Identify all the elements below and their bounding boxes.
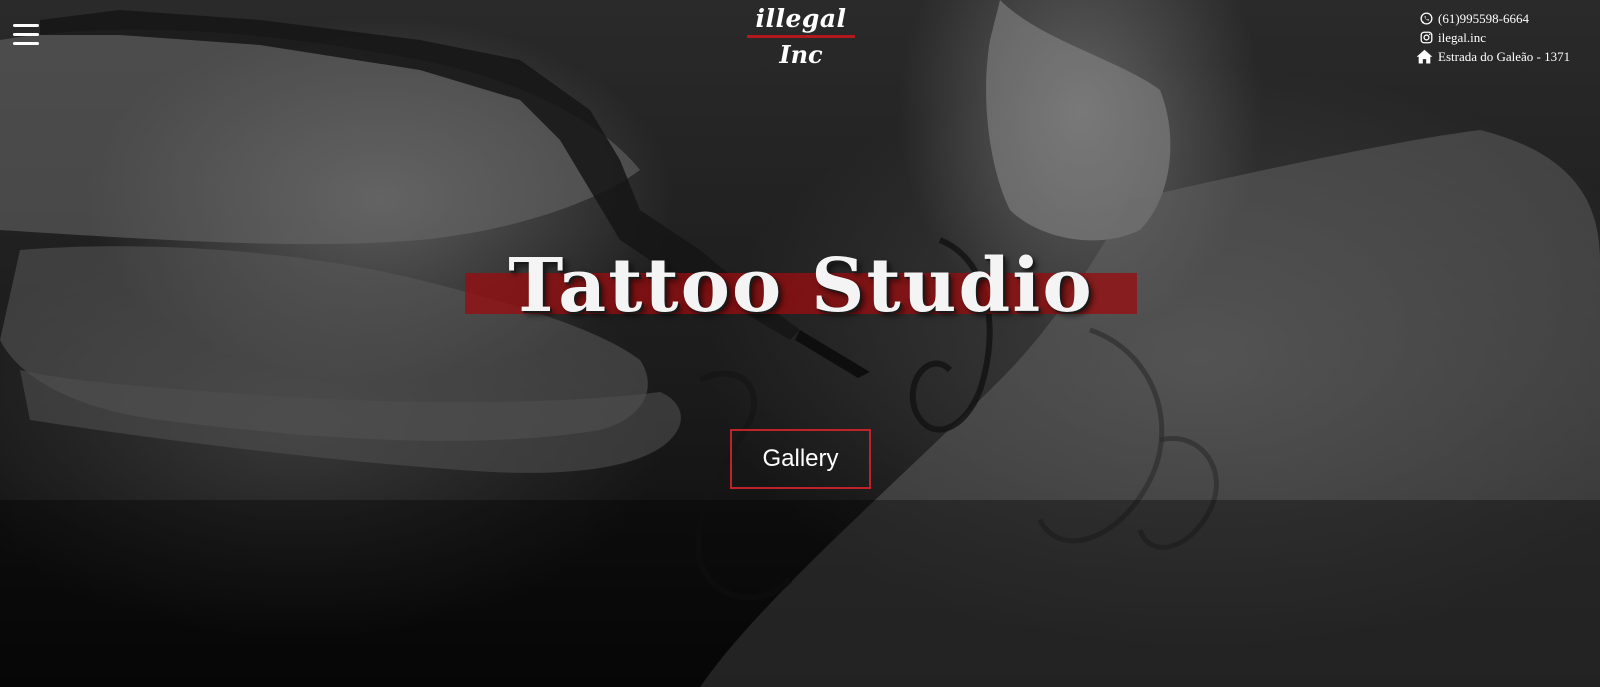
instagram-handle: ilegal.inc (1438, 29, 1487, 45)
logo-divider (747, 35, 855, 38)
home-icon (1416, 49, 1433, 64)
hero-background-photo (0, 0, 1600, 687)
site-logo[interactable]: illegal Inc (745, 4, 857, 69)
hero-section: illegal Inc (61)995598-6664 ilegal.inc E… (0, 0, 1600, 687)
hamburger-menu-icon[interactable] (13, 22, 39, 46)
phone-number: (61)995598-6664 (1438, 10, 1529, 26)
whatsapp-icon (1420, 12, 1433, 25)
contact-info: (61)995598-6664 ilegal.inc Estrada do Ga… (1416, 9, 1595, 66)
hero-title: Tattoo Studio (508, 243, 1094, 329)
contact-address[interactable]: Estrada do Galeão - 1371 (1416, 47, 1591, 66)
logo-line1: illegal (755, 4, 847, 33)
contact-instagram[interactable]: ilegal.inc (1420, 28, 1595, 47)
contact-phone[interactable]: (61)995598-6664 (1420, 9, 1595, 28)
gallery-button[interactable]: Gallery (730, 429, 871, 489)
address-text: Estrada do Galeão - 1371 (1438, 48, 1571, 64)
logo-line2: Inc (779, 40, 823, 69)
instagram-icon (1420, 31, 1433, 44)
